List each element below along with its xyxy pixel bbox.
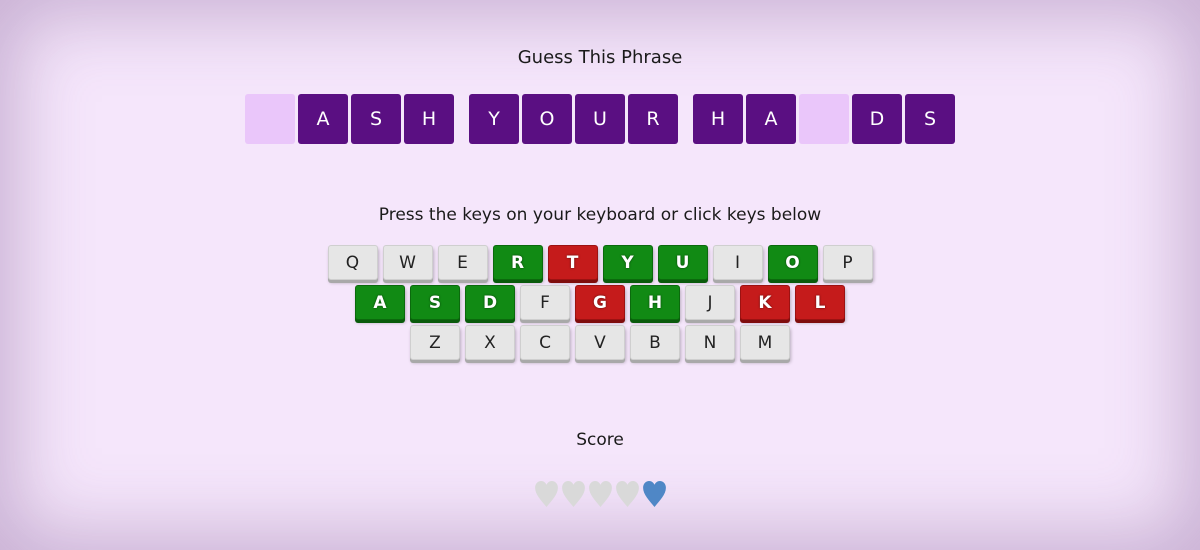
letter-tile: O: [522, 94, 572, 144]
heart-icon-lost: [588, 481, 612, 507]
letter-tile: H: [693, 94, 743, 144]
key-l[interactable]: L: [795, 285, 845, 320]
key-e[interactable]: E: [437, 245, 488, 280]
phrase-board: ASHYOURHADS: [0, 94, 1200, 144]
letter-tile: A: [298, 94, 348, 144]
letter-tile: A: [746, 94, 796, 144]
key-x[interactable]: X: [465, 325, 515, 360]
instructions-text: Press the keys on your keyboard or click…: [378, 205, 822, 225]
score-label: Score: [576, 430, 624, 450]
key-t[interactable]: T: [547, 245, 598, 280]
keyboard-row: ASDFGHJKL: [355, 285, 845, 320]
key-q[interactable]: Q: [327, 245, 378, 280]
phrase-word: YOUR: [469, 94, 678, 144]
key-d[interactable]: D: [465, 285, 515, 320]
letter-tile: D: [852, 94, 902, 144]
keyboard-row: ZXCVBNM: [410, 325, 790, 360]
letter-tile: U: [575, 94, 625, 144]
hidden-letter-tile: [245, 94, 295, 144]
key-m[interactable]: M: [740, 325, 790, 360]
key-s[interactable]: S: [410, 285, 460, 320]
page-title: Guess This Phrase: [517, 47, 683, 68]
letter-tile: S: [351, 94, 401, 144]
heart-icon: [642, 481, 666, 507]
letter-tile: R: [628, 94, 678, 144]
letter-tile: Y: [469, 94, 519, 144]
key-y[interactable]: Y: [602, 245, 653, 280]
key-f[interactable]: F: [520, 285, 570, 320]
key-v[interactable]: V: [575, 325, 625, 360]
key-z[interactable]: Z: [410, 325, 460, 360]
key-j[interactable]: J: [685, 285, 735, 320]
key-c[interactable]: C: [520, 325, 570, 360]
key-o[interactable]: O: [767, 245, 818, 280]
key-b[interactable]: B: [630, 325, 680, 360]
key-k[interactable]: K: [740, 285, 790, 320]
on-screen-keyboard: QWERTYUIOPASDFGHJKLZXCVBNM: [0, 245, 1200, 360]
key-u[interactable]: U: [657, 245, 708, 280]
key-r[interactable]: R: [492, 245, 543, 280]
score-hearts: [0, 480, 1200, 508]
key-n[interactable]: N: [685, 325, 735, 360]
keyboard-row: QWERTYUIOP: [327, 245, 873, 280]
phrase-word: HA DS: [693, 94, 955, 144]
heart-icon-lost: [561, 481, 585, 507]
letter-tile: S: [905, 94, 955, 144]
key-w[interactable]: W: [382, 245, 433, 280]
key-i[interactable]: I: [712, 245, 763, 280]
key-a[interactable]: A: [355, 285, 405, 320]
heart-icon-lost: [534, 481, 558, 507]
phrase-word: ASH: [245, 94, 454, 144]
key-g[interactable]: G: [575, 285, 625, 320]
heart-icon-lost: [615, 481, 639, 507]
letter-tile: H: [404, 94, 454, 144]
key-h[interactable]: H: [630, 285, 680, 320]
hidden-letter-tile: [799, 94, 849, 144]
key-p[interactable]: P: [822, 245, 873, 280]
